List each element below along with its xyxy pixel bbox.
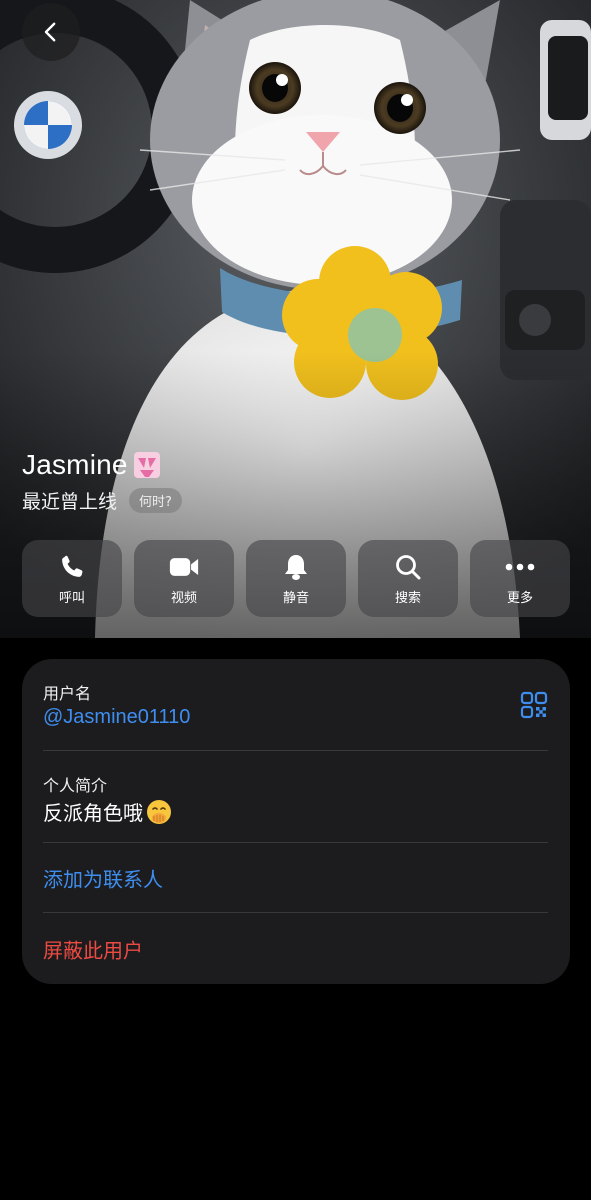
search-label: 搜索 — [394, 590, 421, 606]
mute-button[interactable]: 静音 — [246, 540, 346, 617]
username-value[interactable]: @Jasmine01110 — [43, 706, 190, 729]
bio-value: 反派角色哦 — [43, 797, 172, 826]
video-button[interactable]: 视频 — [134, 540, 234, 617]
add-contact-row[interactable]: 添加为联系人 — [43, 843, 548, 913]
block-user-button[interactable]: 屏蔽此用户 — [43, 934, 143, 963]
bio-label: 个人简介 — [43, 776, 108, 795]
call-label: 呼叫 — [58, 590, 85, 606]
block-user-row[interactable]: 屏蔽此用户 — [43, 913, 548, 984]
profile-name-text: Jasmine — [22, 449, 128, 480]
profile-photo-area[interactable]: Jasmine 最近曾上线 何时? 呼叫 视频 静音 搜索 更多 — [0, 0, 591, 638]
last-seen-status: 最近曾上线 — [22, 491, 118, 513]
action-bar: 呼叫 视频 静音 搜索 更多 — [22, 540, 570, 617]
video-label: 视频 — [170, 590, 197, 606]
qr-code-icon[interactable] — [520, 691, 548, 719]
face-hand-over-mouth-emoji-icon — [147, 799, 171, 824]
bikini-emoji-icon — [133, 452, 160, 478]
username-row[interactable]: 用户名 @Jasmine01110 — [43, 659, 548, 751]
add-contact-button[interactable]: 添加为联系人 — [43, 864, 163, 893]
search-icon — [393, 552, 423, 582]
search-button[interactable]: 搜索 — [358, 540, 458, 617]
video-icon — [169, 552, 199, 582]
more-button[interactable]: 更多 — [470, 540, 570, 617]
last-seen-row: 最近曾上线 何时? — [22, 487, 182, 514]
bio-row: 个人简介 反派角色哦 — [43, 751, 548, 843]
call-button[interactable]: 呼叫 — [22, 540, 122, 617]
more-label: 更多 — [506, 590, 533, 606]
chevron-left-icon — [44, 22, 56, 42]
bio-text: 反派角色哦 — [43, 801, 143, 825]
when-button[interactable]: 何时? — [129, 488, 182, 513]
mute-label: 静音 — [282, 590, 309, 606]
profile-name: Jasmine — [22, 449, 162, 481]
phone-icon — [57, 552, 87, 582]
profile-info-card: 用户名 @Jasmine01110 个人简介 反派角色哦 添加为联系人 屏蔽此用… — [22, 659, 570, 984]
bell-icon — [281, 552, 311, 582]
username-label: 用户名 — [43, 684, 92, 703]
back-button[interactable] — [22, 3, 80, 61]
more-icon — [505, 552, 535, 582]
